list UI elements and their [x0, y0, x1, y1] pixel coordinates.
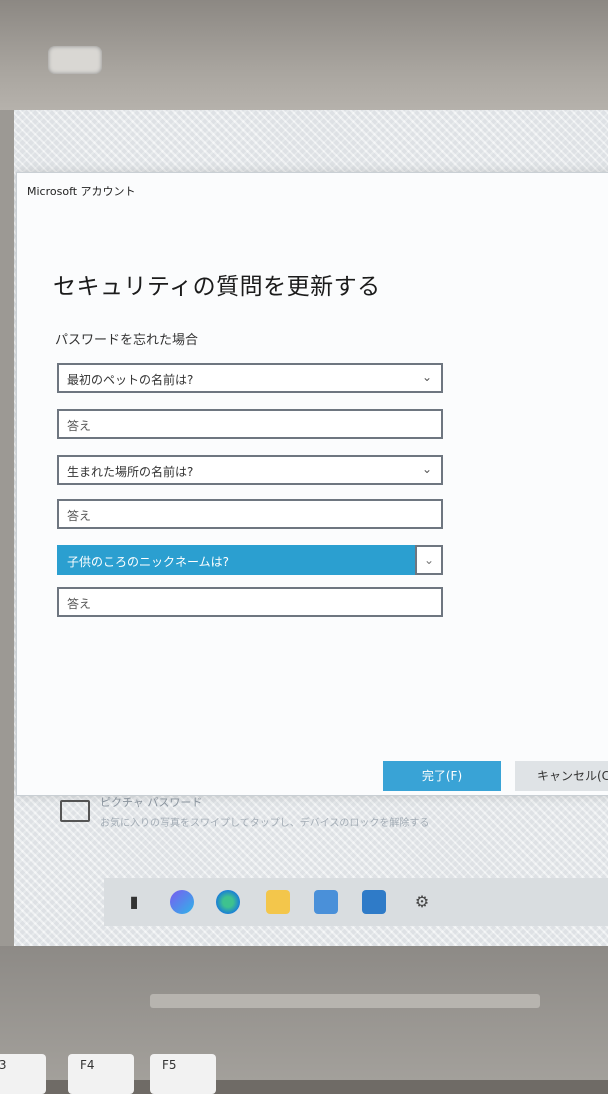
section-label: パスワードを忘れた場合 [55, 333, 199, 348]
dropdown-toggle[interactable]: ⌄ [415, 545, 443, 575]
cancel-button[interactable]: キャンセル(C [515, 761, 608, 791]
settings-icon[interactable]: ⚙ [410, 890, 434, 914]
security-questions-dialog: Microsoft アカウント セキュリティの質問を更新する パスワードを忘れた… [16, 172, 608, 796]
edge-icon[interactable] [216, 890, 240, 914]
answer-3-input[interactable]: 答え [57, 587, 443, 617]
store-icon[interactable] [314, 890, 338, 914]
answer-2-input[interactable]: 答え [57, 499, 443, 529]
picture-password-title: ピクチャ パスワード [100, 796, 203, 809]
page-title: セキュリティの質問を更新する [53, 274, 381, 300]
webcam-shutter [48, 46, 102, 74]
screen: ピクチャ パスワード お気に入りの写真をスワイプしてタップし、デバイスのロックを… [0, 110, 608, 946]
chevron-down-icon: ⌄ [421, 370, 433, 384]
picture-icon [60, 800, 90, 822]
hinge [150, 994, 540, 1008]
mail-icon[interactable] [362, 890, 386, 914]
dialog-title: Microsoft アカウント [27, 185, 136, 198]
picture-password-description: お気に入りの写真をスワイプしてタップし、デバイスのロックを解除する [100, 818, 430, 829]
answer-1-input[interactable]: 答え [57, 409, 443, 439]
key-label: F3 [0, 1058, 7, 1072]
taskbar: ▮ ⚙ [104, 878, 608, 926]
answer-2-placeholder: 答え [67, 509, 92, 523]
copilot-icon[interactable] [170, 890, 194, 914]
chevron-down-icon: ⌄ [421, 462, 433, 476]
answer-3-placeholder: 答え [67, 597, 92, 611]
key-label: F5 [162, 1058, 177, 1072]
question-2-select[interactable]: 生まれた場所の名前は? ⌄ [57, 455, 443, 485]
chevron-down-icon: ⌄ [423, 553, 435, 567]
file-explorer-icon[interactable] [266, 890, 290, 914]
key-label: F4 [80, 1058, 95, 1072]
done-button[interactable]: 完了(F) [383, 761, 501, 791]
question-3-value: 子供のころのニックネームは? [67, 555, 230, 569]
question-3-select[interactable]: 子供のころのニックネームは? ⌄ [57, 545, 443, 575]
question-1-value: 最初のペットの名前は? [67, 373, 194, 387]
laptop-bezel [0, 0, 608, 118]
picture-password-setting[interactable]: ピクチャ パスワード お気に入りの写真をスワイプしてタップし、デバイスのロックを… [60, 796, 608, 840]
question-2-value: 生まれた場所の名前は? [67, 465, 194, 479]
answer-1-placeholder: 答え [67, 419, 92, 433]
question-1-select[interactable]: 最初のペットの名前は? ⌄ [57, 363, 443, 393]
key-f5: F5 [150, 1054, 216, 1094]
laptop-keyboard-area: F3 F4 F5 [0, 946, 608, 1094]
key-f3: F3 [0, 1054, 46, 1094]
key-f4: F4 [68, 1054, 134, 1094]
task-view-icon[interactable]: ▮ [122, 890, 146, 914]
